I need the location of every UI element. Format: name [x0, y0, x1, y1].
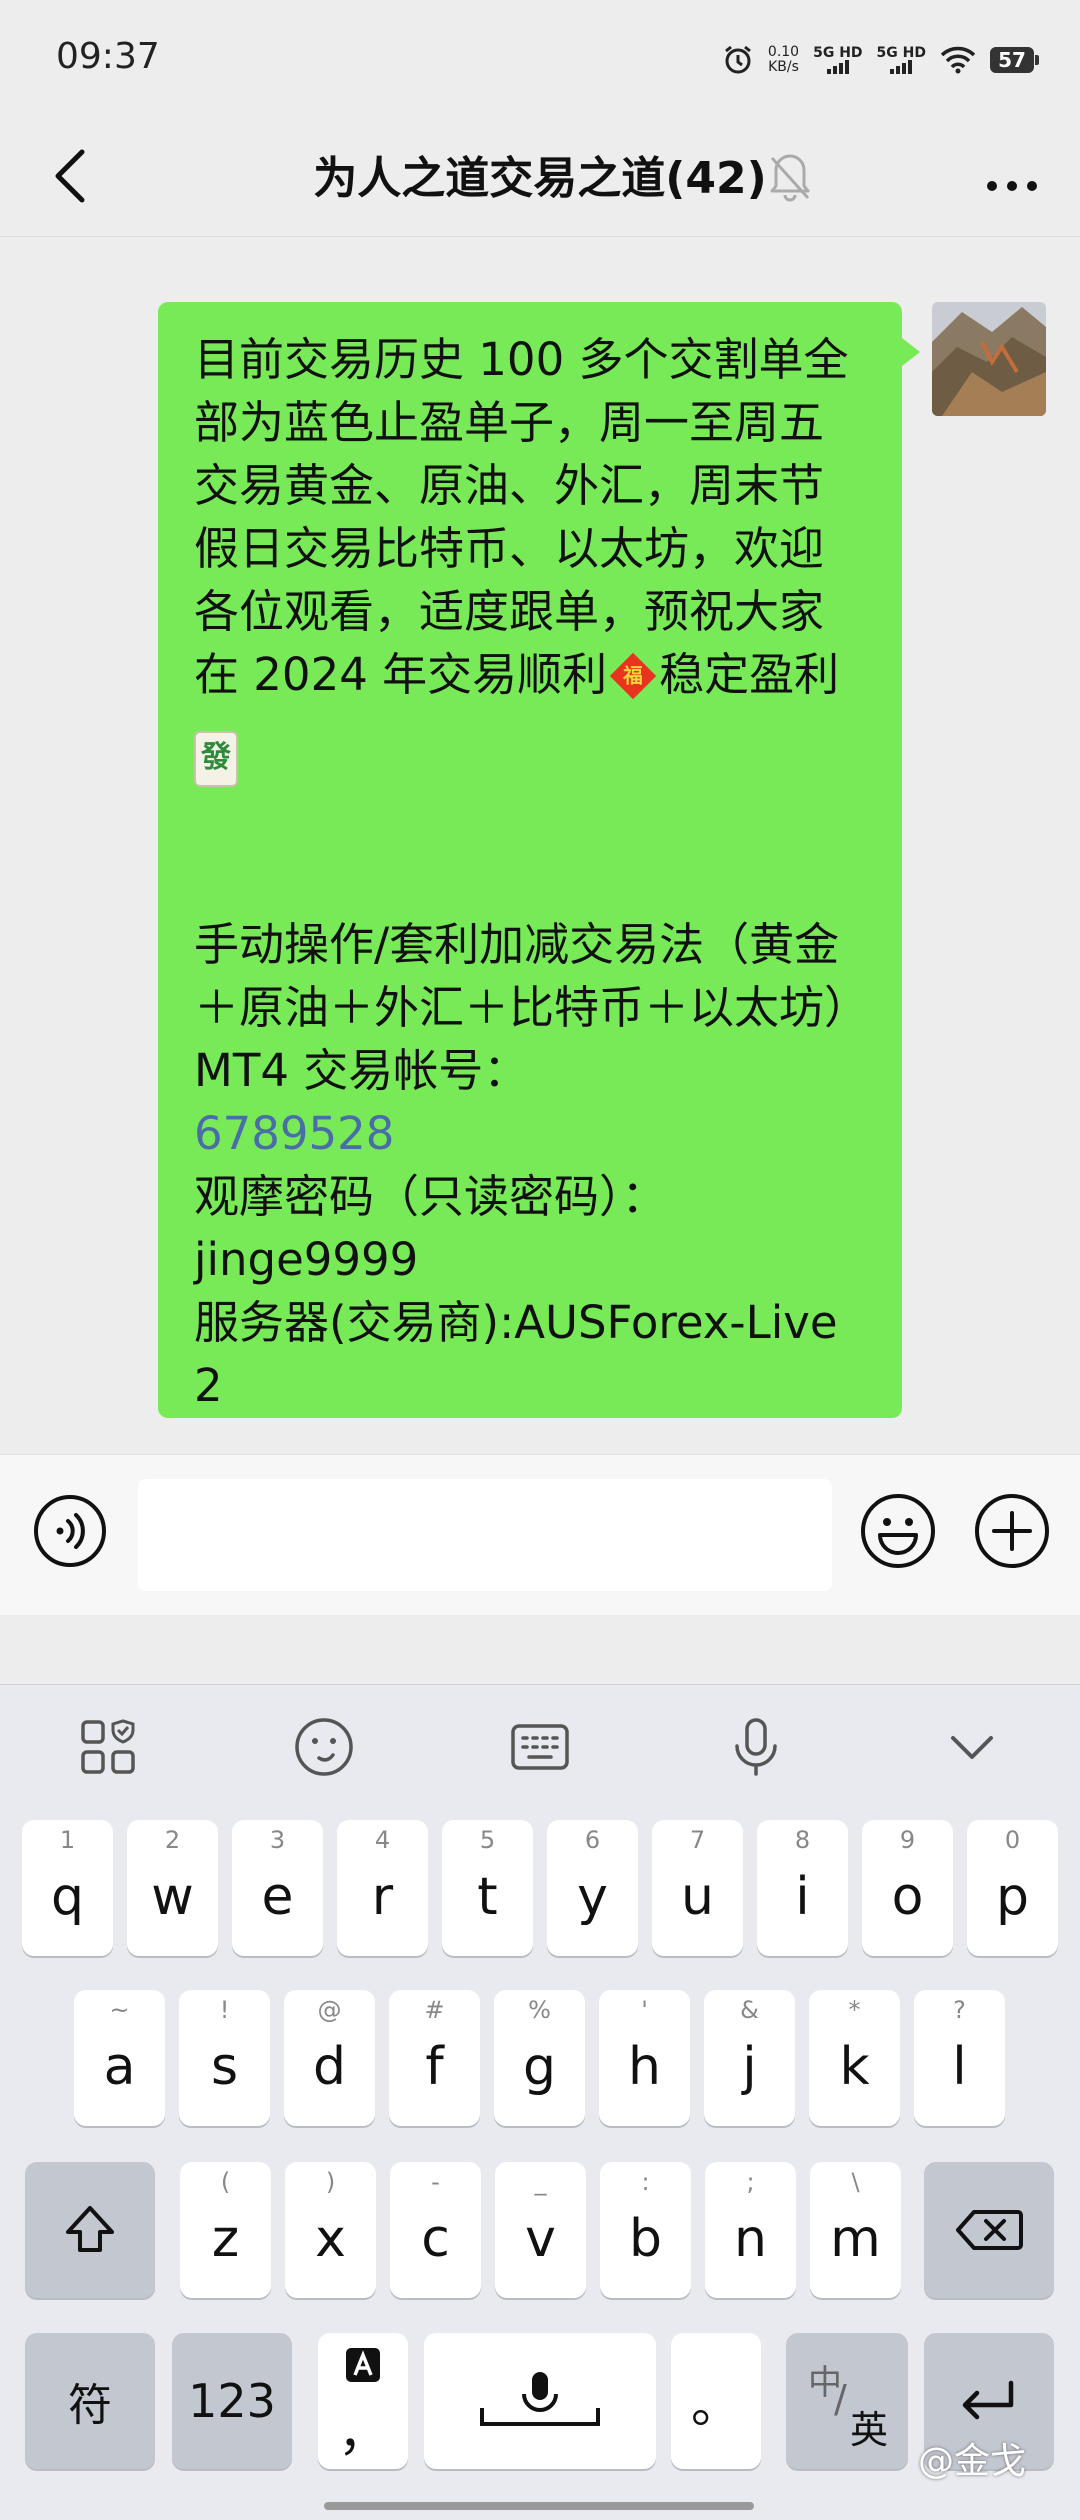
- period-key[interactable]: 。: [671, 2333, 761, 2469]
- key-t[interactable]: 5t: [442, 1820, 533, 1956]
- plus-icon[interactable]: [972, 1491, 1052, 1571]
- message-bubble[interactable]: 目前交易历史 100 多个交割单全部为蓝色止盈单子，周一至周五交易黄金、原油、外…: [158, 302, 920, 1418]
- keyboard: 1q2w3e4r5t6y7u8i9o0p ~ a! s @ d # f% g ' h & j * k? l …: [0, 1684, 1080, 2520]
- mute-bell-icon: [770, 154, 810, 202]
- key-n[interactable]: ; n: [705, 2162, 796, 2298]
- key-v[interactable]: _ v: [495, 2162, 586, 2298]
- status-time: 09:37: [56, 36, 160, 77]
- key-e[interactable]: 3e: [232, 1820, 323, 1956]
- emoticon-icon[interactable]: [289, 1712, 359, 1782]
- header-divider: [0, 236, 1080, 237]
- message-input[interactable]: [138, 1479, 832, 1591]
- apps-grid-icon[interactable]: [73, 1712, 143, 1782]
- chat-title: 为人之道交易之道(42): [313, 153, 767, 204]
- language-switch-key[interactable]: 中 / 英: [786, 2333, 908, 2469]
- microphone-icon[interactable]: [721, 1712, 791, 1782]
- key-m[interactable]: \ m: [810, 2162, 901, 2298]
- key-r[interactable]: 4r: [337, 1820, 428, 1956]
- key-j[interactable]: & j: [704, 1990, 795, 2126]
- account-number-link[interactable]: 6789528: [194, 1102, 868, 1165]
- key-d[interactable]: @ d: [284, 1990, 375, 2126]
- comma-key[interactable]: ，: [318, 2333, 408, 2469]
- sim1-signal: 5G HD: [813, 46, 863, 74]
- server-line: 服务器(交易商):AUSForex-Live 2: [194, 1296, 838, 1412]
- status-bar: 09:37 0.10 KB/s 5G HD 5G HD 57: [0, 0, 1080, 120]
- key-s[interactable]: ! s: [179, 1990, 270, 2126]
- key-a[interactable]: ~ a: [74, 1990, 165, 2126]
- keyboard-switch-icon[interactable]: [505, 1712, 575, 1782]
- collapse-keyboard-icon[interactable]: [937, 1712, 1007, 1782]
- account-label: MT4 交易帐号：: [194, 1044, 529, 1097]
- voice-icon[interactable]: [32, 1493, 108, 1569]
- password-label: 观摩密码（只读密码）：: [194, 1170, 667, 1223]
- shift-icon: [66, 2206, 114, 2252]
- key-y[interactable]: 6y: [547, 1820, 638, 1956]
- password-value: jinge9999: [194, 1233, 419, 1286]
- backspace-key[interactable]: [924, 2162, 1054, 2298]
- wifi-icon: [940, 46, 976, 74]
- font-a-icon: [346, 2348, 380, 2382]
- key-f[interactable]: # f: [389, 1990, 480, 2126]
- key-i[interactable]: 8i: [757, 1820, 848, 1956]
- key-w[interactable]: 2w: [127, 1820, 218, 1956]
- key-z[interactable]: (z: [180, 2162, 271, 2298]
- numbers-key[interactable]: 123: [172, 2333, 292, 2469]
- more-icon[interactable]: [972, 140, 1052, 210]
- key-o[interactable]: 9o: [862, 1820, 953, 1956]
- key-k[interactable]: * k: [809, 1990, 900, 2126]
- key-b[interactable]: :b: [600, 2162, 691, 2298]
- key-u[interactable]: 7u: [652, 1820, 743, 1956]
- message-paragraph: 目前交易历史 100 多个交割单全部为蓝色止盈单子，周一至周五交易黄金、原油、外…: [194, 333, 849, 701]
- key-q[interactable]: 1q: [22, 1820, 113, 1956]
- status-icons: 0.10 KB/s 5G HD 5G HD 57: [722, 38, 1039, 82]
- key-g[interactable]: % g: [494, 1990, 585, 2126]
- avatar[interactable]: [932, 302, 1046, 416]
- fa-emoji-line: 發: [194, 706, 868, 787]
- space-mic-icon: [480, 2372, 600, 2426]
- fa-tile-emoji-icon: 發: [194, 731, 238, 787]
- space-key[interactable]: [424, 2333, 656, 2469]
- sim2-signal: 5G HD: [877, 46, 926, 74]
- key-c[interactable]: -c: [390, 2162, 481, 2298]
- key-x[interactable]: ) x: [285, 2162, 376, 2298]
- key-p[interactable]: 0p: [967, 1820, 1058, 1956]
- method-line: 手动操作/套利加减交易法（黄金＋原油＋外汇＋比特币＋以太坊）: [194, 918, 870, 1034]
- input-bar: [0, 1454, 1080, 1615]
- key-h[interactable]: ' h: [599, 1990, 690, 2126]
- backspace-icon: [956, 2210, 1023, 2250]
- enter-icon: [962, 2380, 1014, 2420]
- key-l[interactable]: ? l: [914, 1990, 1005, 2126]
- emoji-icon[interactable]: [858, 1491, 938, 1571]
- alarm-icon: [724, 45, 751, 74]
- symbols-key[interactable]: 符: [25, 2333, 155, 2469]
- shift-key[interactable]: [25, 2162, 155, 2298]
- battery-icon: 57: [990, 47, 1039, 73]
- chat-header: 为人之道交易之道(42): [0, 120, 1080, 236]
- home-indicator[interactable]: [324, 2502, 754, 2510]
- fu-emoji-icon: 福: [609, 652, 657, 700]
- net-speed: 0.10 KB/s: [767, 44, 800, 75]
- watermark: @金戈: [918, 2441, 1027, 2482]
